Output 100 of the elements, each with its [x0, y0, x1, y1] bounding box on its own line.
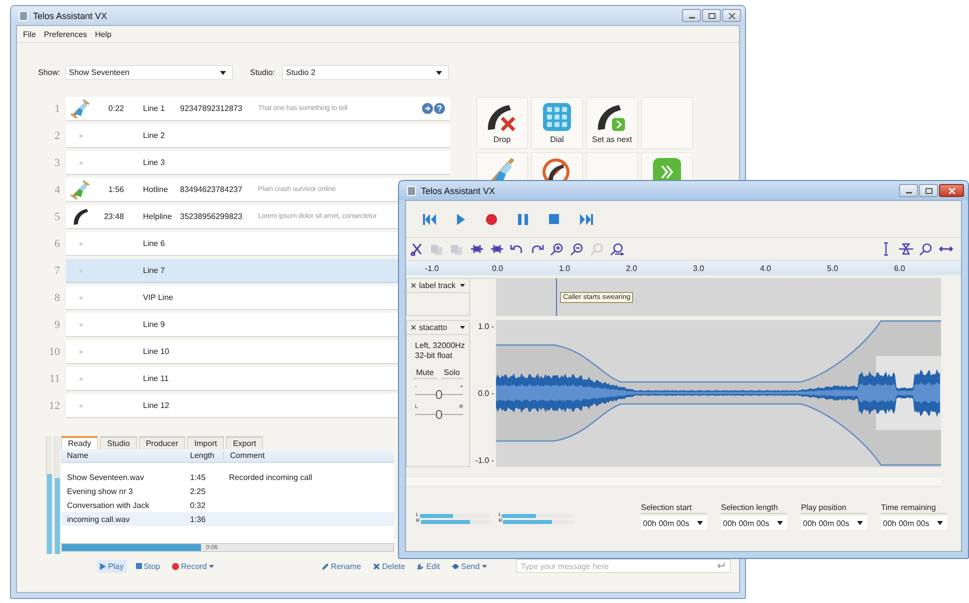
waveform-drawing[interactable]: [496, 320, 941, 467]
minimize-button[interactable]: [682, 9, 701, 22]
caret-icon: [460, 284, 465, 287]
table-row[interactable]: incoming call.wav 1:36: [61, 512, 394, 526]
skip-end-icon[interactable]: [580, 214, 593, 224]
play-icon[interactable]: [457, 214, 465, 224]
table-cell-text: Evening show nr 3: [66, 486, 134, 496]
app-icon: [407, 186, 416, 196]
pause-icon[interactable]: [518, 214, 528, 224]
toolbar-button[interactable]: Edit: [414, 560, 443, 572]
split-icon[interactable]: [470, 242, 484, 256]
minimize-button[interactable]: [899, 184, 918, 197]
scissors-icon[interactable]: [410, 242, 424, 256]
level-meter: [420, 520, 491, 524]
phone-number: 92347892312873: [180, 104, 244, 113]
caret-icon: [777, 521, 783, 525]
toolbar-button[interactable]: Rename: [318, 560, 364, 572]
pencil-icon: [322, 562, 329, 570]
line-row[interactable]: Line 6: [66, 232, 398, 256]
line-number: 12: [48, 400, 60, 412]
record-icon[interactable]: [486, 214, 497, 224]
timeline-ruler[interactable]: -1.0 0.0 1.0 2.0 3.0 4.0 5.0 6.0: [406, 261, 961, 275]
cross-icon: [373, 562, 380, 570]
tab[interactable]: Export: [226, 436, 264, 449]
track-menu[interactable]: stacatto: [407, 321, 469, 335]
envelope-tool-icon[interactable]: [899, 242, 913, 256]
caret-icon: [220, 70, 226, 74]
split-icon[interactable]: [490, 242, 504, 256]
action-button[interactable]: Dial: [531, 97, 583, 149]
column-header[interactable]: Length: [184, 451, 223, 460]
time-field[interactable]: 00h 00m 00s: [641, 516, 707, 530]
line-row[interactable]: Line 3: [66, 151, 450, 175]
column-header[interactable]: Comment: [223, 451, 265, 460]
table-row[interactable]: Evening show nr 3 2:25: [61, 484, 394, 498]
line-number: 5: [54, 211, 60, 223]
line-number: 8: [54, 292, 60, 304]
close-icon: [948, 188, 956, 194]
caret-icon: [436, 70, 442, 74]
magnifier-icon[interactable]: [610, 242, 624, 256]
line-row[interactable]: Line 9: [66, 313, 398, 337]
slider-thumb[interactable]: [436, 390, 442, 399]
close-icon[interactable]: [411, 283, 416, 288]
menu-item[interactable]: Help: [95, 30, 112, 38]
line-row[interactable]: Line 11: [66, 367, 398, 391]
message-field[interactable]: Type your message here: [516, 559, 731, 573]
studio-dropdown[interactable]: Studio 2: [282, 65, 449, 80]
line-row[interactable]: Line 7: [66, 259, 398, 283]
toolbar-button[interactable]: Stop: [132, 560, 164, 572]
table-row[interactable]: Conversation with Jack 0:32: [61, 498, 394, 512]
tab[interactable]: Studio: [100, 436, 137, 449]
toolbar-button[interactable]: Play: [97, 560, 127, 572]
menu-item[interactable]: Preferences: [44, 30, 88, 38]
circle-arrow-icon[interactable]: [422, 103, 433, 114]
line-row[interactable]: VIP Line: [66, 286, 398, 310]
circle-help-icon[interactable]: [434, 103, 445, 114]
status-dot-icon: [79, 322, 83, 326]
scrollbar[interactable]: [406, 476, 941, 487]
column-header[interactable]: Name: [61, 451, 184, 460]
status-dot-icon: [79, 160, 83, 164]
toolbar-button[interactable]: Send: [449, 560, 490, 572]
caret-icon: [697, 521, 703, 525]
line-number: 1: [54, 103, 60, 115]
close-button[interactable]: [722, 9, 741, 22]
zoom-out-icon[interactable]: [570, 242, 584, 256]
field-label: Selection start: [641, 503, 707, 514]
time-field[interactable]: 00h 00m 00s: [801, 516, 867, 530]
menu-item[interactable]: File: [23, 30, 36, 38]
maximize-button[interactable]: [702, 9, 721, 22]
action-button[interactable]: Drop: [476, 97, 528, 149]
close-icon[interactable]: [411, 325, 416, 330]
toolbar-button[interactable]: Record: [169, 560, 217, 572]
mute-button[interactable]: Mute: [413, 367, 437, 379]
zoom-in-icon[interactable]: [550, 242, 564, 256]
close-button[interactable]: [939, 184, 964, 197]
maximize-button[interactable]: [919, 184, 938, 197]
line-row[interactable]: Line 10: [66, 340, 398, 364]
line-row[interactable]: Line 12: [66, 394, 398, 418]
time-field[interactable]: 00h 00m 00s: [881, 516, 947, 530]
slider-thumb[interactable]: [436, 410, 442, 419]
level-meter: [420, 514, 490, 518]
show-dropdown[interactable]: Show Seventeen: [65, 65, 233, 80]
time-field[interactable]: 00h 00m 00s: [721, 516, 787, 530]
call-time: 23:48: [102, 212, 124, 221]
cursor-line: [556, 278, 557, 316]
tab[interactable]: Producer: [138, 436, 186, 449]
action-button[interactable]: Set as next: [586, 97, 638, 149]
magnifier-icon[interactable]: [919, 242, 933, 256]
ruler-label: 6.0: [894, 264, 906, 272]
solo-button[interactable]: Solo: [440, 367, 463, 379]
table-row[interactable]: Show Seventeen.wav 1:45 Recorded incoming call: [61, 470, 394, 484]
tab[interactable]: Import: [187, 436, 224, 449]
line-row[interactable]: Line 2: [66, 124, 450, 148]
hourglass-icon: [490, 157, 514, 182]
toolbar-button[interactable]: Delete: [370, 560, 408, 572]
tab[interactable]: Ready: [61, 436, 98, 449]
undo-icon[interactable]: [510, 242, 524, 256]
enter-icon[interactable]: [716, 563, 725, 568]
status-dot-icon: [79, 350, 83, 354]
redo-icon[interactable]: [530, 242, 544, 256]
skip-start-icon[interactable]: [423, 214, 436, 224]
